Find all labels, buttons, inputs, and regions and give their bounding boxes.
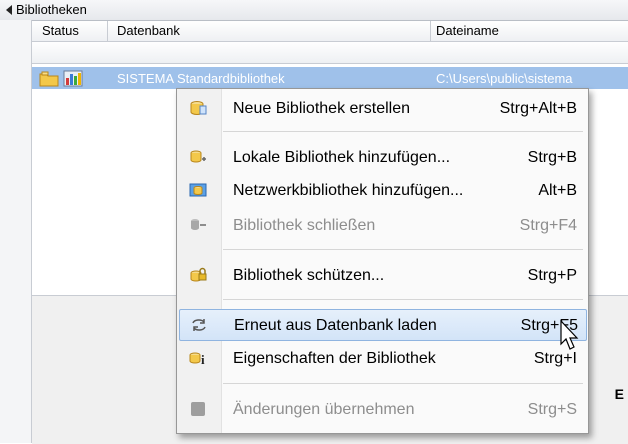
menu-separator (223, 383, 583, 384)
reload-icon (192, 319, 206, 331)
column-header-row: Status Datenbank Dateiname (32, 21, 628, 64)
panel-title: Bibliotheken (16, 2, 87, 17)
menu-item-label: Netzwerkbibliothek hinzufügen... (233, 182, 464, 199)
menu-item-apply-changes[interactable]: Änderungen übernehmen Strg+S (179, 394, 585, 424)
collapse-arrow-icon[interactable] (6, 5, 12, 15)
menu-item-label: Eigenschaften der Bibliothek (233, 350, 436, 367)
svg-text:i: i (201, 352, 205, 366)
column-dateiname[interactable]: Dateiname (436, 23, 499, 38)
menu-item-protect-library[interactable]: Bibliothek schützen... Strg+P (179, 260, 585, 290)
menu-item-reload[interactable]: Erneut aus Datenbank laden Strg+F5 (179, 309, 587, 341)
properties-icon: i (189, 352, 205, 366)
table-row[interactable]: SISTEMA Standardbibliothek C:\Users\publ… (32, 67, 628, 89)
menu-item-label: Neue Bibliothek erstellen (233, 100, 410, 117)
details-partial-text: E (614, 386, 624, 402)
column-datenbank[interactable]: Datenbank (117, 23, 180, 38)
grid-left-gutter (0, 20, 32, 443)
close-library-icon (191, 219, 206, 230)
column-status[interactable]: Status (42, 23, 79, 38)
add-local-library-icon (190, 150, 206, 163)
menu-item-new-library[interactable]: Neue Bibliothek erstellen Strg+Alt+B (179, 93, 585, 123)
menu-item-shortcut: Strg+P (527, 267, 577, 284)
menu-separator (223, 299, 583, 300)
cell-dateiname: C:\Users\public\sistema (436, 71, 573, 86)
menu-item-network-library[interactable]: Netzwerkbibliothek hinzufügen... Alt+B (179, 175, 585, 205)
mouse-pointer-icon (560, 320, 579, 350)
new-library-icon (190, 101, 207, 115)
menu-item-label: Erneut aus Datenbank laden (234, 317, 437, 334)
menu-item-label: Bibliothek schützen... (233, 267, 385, 284)
cell-datenbank: SISTEMA Standardbibliothek (117, 71, 285, 86)
menu-item-label: Bibliothek schließen (233, 217, 376, 234)
menu-item-shortcut: Strg+S (527, 401, 577, 418)
menu-item-shortcut: Strg+I (533, 350, 577, 367)
column-divider[interactable] (107, 21, 108, 41)
column-divider[interactable] (430, 21, 431, 41)
menu-item-label: Änderungen übernehmen (233, 401, 415, 418)
menu-item-properties[interactable]: i Eigenschaften der Bibliothek Strg+I (179, 343, 585, 373)
context-menu: Neue Bibliothek erstellen Strg+Alt+B Lok… (176, 88, 589, 434)
apply-changes-icon (191, 402, 205, 416)
network-library-icon (189, 183, 207, 197)
menu-item-shortcut: Strg+F4 (519, 217, 577, 234)
menu-item-close-library[interactable]: Bibliothek schließen Strg+F4 (179, 210, 585, 240)
menu-item-shortcut: Alt+B (538, 182, 577, 199)
lock-library-icon (190, 267, 207, 282)
library-status-icon (39, 70, 83, 87)
menu-item-shortcut: Strg+B (527, 149, 577, 166)
menu-item-label: Lokale Bibliothek hinzufügen... (233, 149, 451, 166)
menu-separator (223, 131, 583, 132)
menu-item-shortcut: Strg+Alt+B (499, 100, 577, 117)
panel-header[interactable]: Bibliotheken (0, 0, 628, 21)
menu-separator (223, 249, 583, 250)
menu-item-add-local-library[interactable]: Lokale Bibliothek hinzufügen... Strg+B (179, 142, 585, 172)
